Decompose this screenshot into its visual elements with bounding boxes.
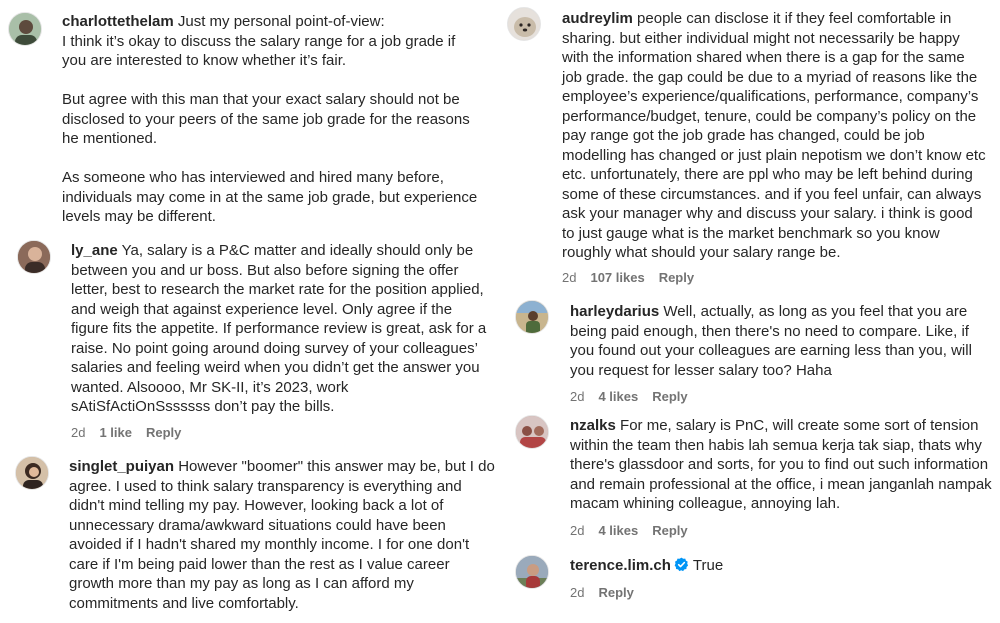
comment-timestamp[interactable]: 2d bbox=[71, 425, 85, 441]
comment-body: singlet_puiyan However "boomer" this ans… bbox=[69, 457, 497, 613]
avatar[interactable] bbox=[15, 456, 49, 490]
comment-timestamp[interactable]: 2d bbox=[570, 389, 584, 405]
comment-meta: 2d 1 like Reply bbox=[71, 425, 181, 441]
comment-body: terence.lim.ch True bbox=[570, 556, 990, 578]
avatar[interactable] bbox=[507, 7, 541, 41]
comment-username[interactable]: singlet_puiyan bbox=[69, 458, 174, 475]
comment-meta: 2d 4 likes Reply bbox=[570, 523, 688, 539]
avatar[interactable] bbox=[515, 300, 549, 334]
comment-text: However "boomer" this answer may be, but… bbox=[69, 458, 495, 612]
comment-text: Just my personal point-of-view: I think … bbox=[62, 13, 478, 225]
comment-meta: 2d Reply bbox=[570, 585, 634, 601]
reply-button[interactable]: Reply bbox=[652, 389, 687, 405]
comment-body: harleydarius Well, actually, as long as … bbox=[570, 302, 990, 380]
comment-username[interactable]: terence.lim.ch bbox=[570, 557, 671, 574]
avatar[interactable] bbox=[515, 415, 549, 449]
avatar[interactable] bbox=[8, 12, 42, 46]
comment-likes[interactable]: 4 likes bbox=[598, 523, 638, 539]
comment-text: True bbox=[692, 557, 724, 574]
comment-meta: 2d 107 likes Reply bbox=[562, 270, 694, 286]
comment-likes[interactable]: 107 likes bbox=[590, 270, 644, 286]
avatar[interactable] bbox=[17, 240, 51, 274]
comment-meta: 2d 4 likes Reply bbox=[570, 389, 688, 405]
comment-text: Ya, salary is a P&C matter and ideally s… bbox=[71, 242, 487, 415]
comment-text: For me, salary is PnC, will create some … bbox=[570, 417, 992, 512]
avatar[interactable] bbox=[515, 555, 549, 589]
reply-button[interactable]: Reply bbox=[598, 585, 633, 601]
comment-username[interactable]: charlottethelam bbox=[62, 13, 174, 30]
comment-likes[interactable]: 4 likes bbox=[598, 389, 638, 405]
comment-timestamp[interactable]: 2d bbox=[562, 270, 576, 286]
reply-button[interactable]: Reply bbox=[659, 270, 694, 286]
comment-likes[interactable]: 1 like bbox=[99, 425, 132, 441]
comment-timestamp[interactable]: 2d bbox=[570, 523, 584, 539]
comment-username[interactable]: harleydarius bbox=[570, 303, 659, 320]
reply-button[interactable]: Reply bbox=[146, 425, 181, 441]
verified-badge-icon bbox=[674, 557, 689, 578]
comment-timestamp[interactable]: 2d bbox=[570, 585, 584, 601]
comment-body: charlottethelam Just my personal point-o… bbox=[62, 12, 482, 227]
comment-body: ly_ane Ya, salary is a P&C matter and id… bbox=[71, 241, 491, 417]
comment-username[interactable]: ly_ane bbox=[71, 242, 118, 259]
comment-body: nzalks For me, salary is PnC, will creat… bbox=[570, 416, 995, 514]
reply-button[interactable]: Reply bbox=[652, 523, 687, 539]
comment-username[interactable]: audreylim bbox=[562, 10, 633, 27]
comment-body: audreylim people can disclose it if they… bbox=[562, 9, 987, 263]
comment-text: people can disclose it if they feel comf… bbox=[562, 10, 986, 261]
comment-username[interactable]: nzalks bbox=[570, 417, 616, 434]
